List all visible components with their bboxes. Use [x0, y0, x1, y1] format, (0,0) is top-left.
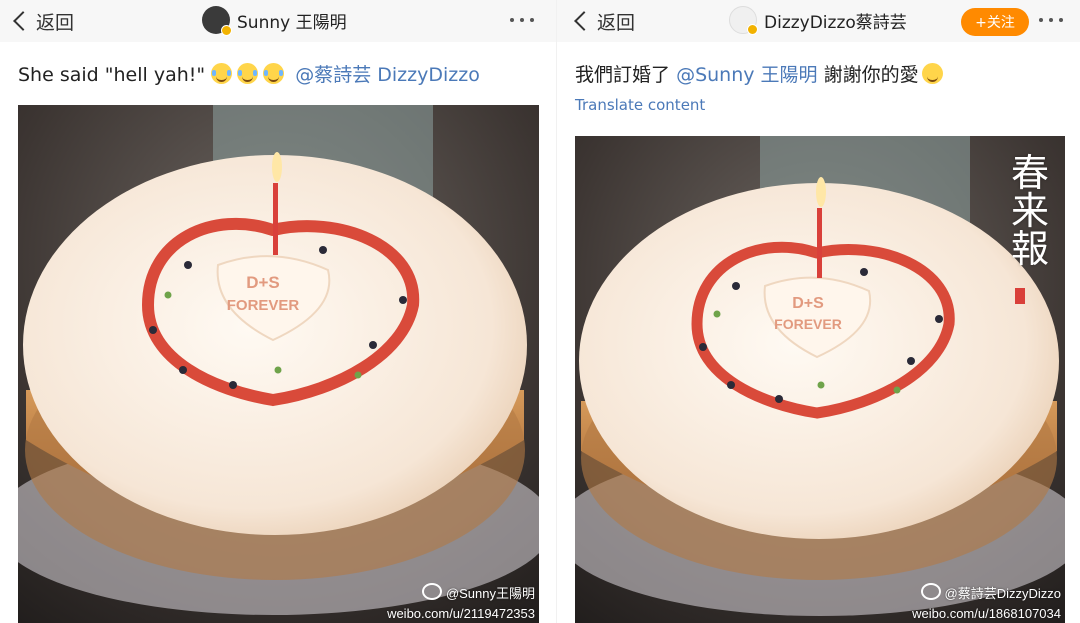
laughing-tears-emoji-icon — [263, 63, 285, 84]
verified-badge-icon — [221, 25, 232, 36]
watermark-url: weibo.com/u/1868107034 — [912, 606, 1061, 621]
cake-text-line1: D+S — [792, 295, 824, 312]
weibo-logo-icon — [421, 583, 442, 600]
profile-name: DizzyDizzo蔡詩芸 — [764, 12, 907, 33]
weibo-logo-icon — [920, 583, 941, 600]
post-body-end: 謝謝你的愛 — [823, 64, 919, 86]
post-photo[interactable]: D+S FOREVER 春来報 @蔡詩芸DizzyDizzo weibo.com… — [575, 136, 1065, 623]
more-options-button[interactable] — [508, 10, 536, 30]
ellipsis-icon — [510, 18, 514, 22]
cake-photo-image: D+S FOREVER — [18, 105, 539, 623]
avatar[interactable] — [729, 6, 758, 35]
back-label: 返回 — [36, 11, 75, 34]
post-text: 我們訂婚了 @Sunny 王陽明 謝謝你的愛 — [575, 60, 948, 87]
follow-button[interactable]: +关注 — [961, 8, 1029, 36]
left-post-pane: 返回 Sunny 王陽明 She said "hell yah!" @蔡詩芸 D… — [0, 0, 556, 623]
ellipsis-icon — [1039, 18, 1043, 22]
chevron-left-icon — [13, 11, 33, 31]
cake-text-line1: D+S — [246, 273, 280, 292]
watermark-url: weibo.com/u/2119472353 — [387, 606, 535, 621]
verified-badge-icon — [747, 24, 758, 35]
cake-text-line2: FOREVER — [227, 297, 300, 314]
cake-text-line2: FOREVER — [774, 316, 842, 332]
laughing-tears-emoji-icon — [211, 63, 233, 84]
watermark-handle: @Sunny王陽明 — [421, 583, 535, 603]
cake-photo-image: D+S FOREVER — [575, 136, 1065, 623]
profile-header[interactable]: Sunny 王陽明 — [202, 4, 347, 36]
profile-name: Sunny 王陽明 — [237, 12, 347, 33]
chevron-left-icon — [574, 11, 594, 31]
right-post-pane: 返回 DizzyDizzo蔡詩芸 +关注 我們訂婚了 @Sunny 王陽明 謝謝… — [556, 0, 1080, 623]
laughing-tears-emoji-icon — [237, 63, 259, 84]
translate-link[interactable]: Translate content — [575, 96, 705, 114]
more-options-button[interactable] — [1037, 10, 1065, 30]
back-button[interactable]: 返回 — [571, 7, 635, 35]
back-label: 返回 — [597, 11, 636, 34]
post-body: She said "hell yah!" — [18, 64, 206, 86]
spring-decor-text: 春来報 — [1010, 151, 1049, 271]
avatar[interactable] — [202, 6, 232, 36]
back-button[interactable]: 返回 — [10, 7, 74, 35]
profile-header[interactable]: DizzyDizzo蔡詩芸 — [729, 4, 907, 36]
mention-link[interactable]: @蔡詩芸 DizzyDizzo — [295, 64, 480, 86]
mention-link[interactable]: @Sunny 王陽明 — [676, 64, 817, 86]
post-text: She said "hell yah!" @蔡詩芸 DizzyDizzo — [18, 60, 480, 87]
post-photo[interactable]: D+S FOREVER @Sunny王陽明 weibo.com/u/211947… — [18, 105, 539, 623]
watermark-handle: @蔡詩芸DizzyDizzo — [920, 583, 1061, 603]
smile-emoji-icon — [921, 63, 943, 84]
post-body: 我們訂婚了 — [575, 64, 671, 86]
top-bar: 返回 Sunny 王陽明 — [0, 0, 556, 42]
top-bar: 返回 DizzyDizzo蔡詩芸 +关注 — [557, 0, 1080, 42]
